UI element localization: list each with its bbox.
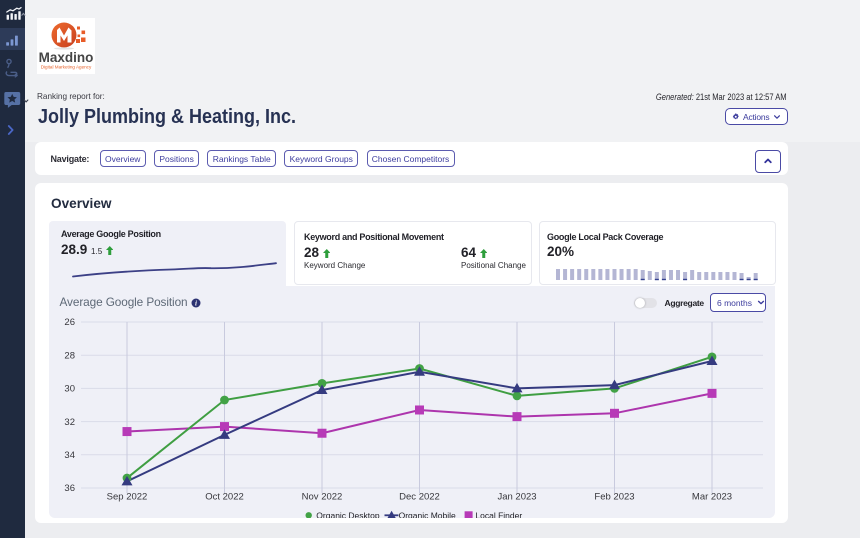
- svg-text:32: 32: [64, 417, 75, 428]
- svg-text:Local Finder: Local Finder: [475, 510, 522, 518]
- svg-text:Organic Desktop: Organic Desktop: [316, 510, 380, 518]
- svg-text:36: 36: [64, 483, 75, 494]
- svg-text:Dec 2022: Dec 2022: [399, 492, 440, 503]
- svg-text:Digital Marketing Agency: Digital Marketing Agency: [41, 65, 92, 70]
- svg-text:Maxdino: Maxdino: [39, 50, 94, 65]
- svg-text:Sep 2022: Sep 2022: [107, 492, 148, 503]
- svg-text:34: 34: [64, 450, 75, 461]
- svg-text:Nov 2022: Nov 2022: [302, 492, 343, 503]
- svg-text:Jan 2023: Jan 2023: [497, 492, 536, 503]
- svg-text:26: 26: [64, 317, 75, 328]
- svg-text:30: 30: [64, 384, 75, 395]
- svg-text:Mar 2023: Mar 2023: [692, 492, 732, 503]
- svg-text:Organic Mobile: Organic Mobile: [399, 510, 456, 518]
- svg-text:Feb 2023: Feb 2023: [594, 492, 634, 503]
- svg-text:Oct 2022: Oct 2022: [205, 492, 244, 503]
- svg-text:28: 28: [64, 350, 75, 361]
